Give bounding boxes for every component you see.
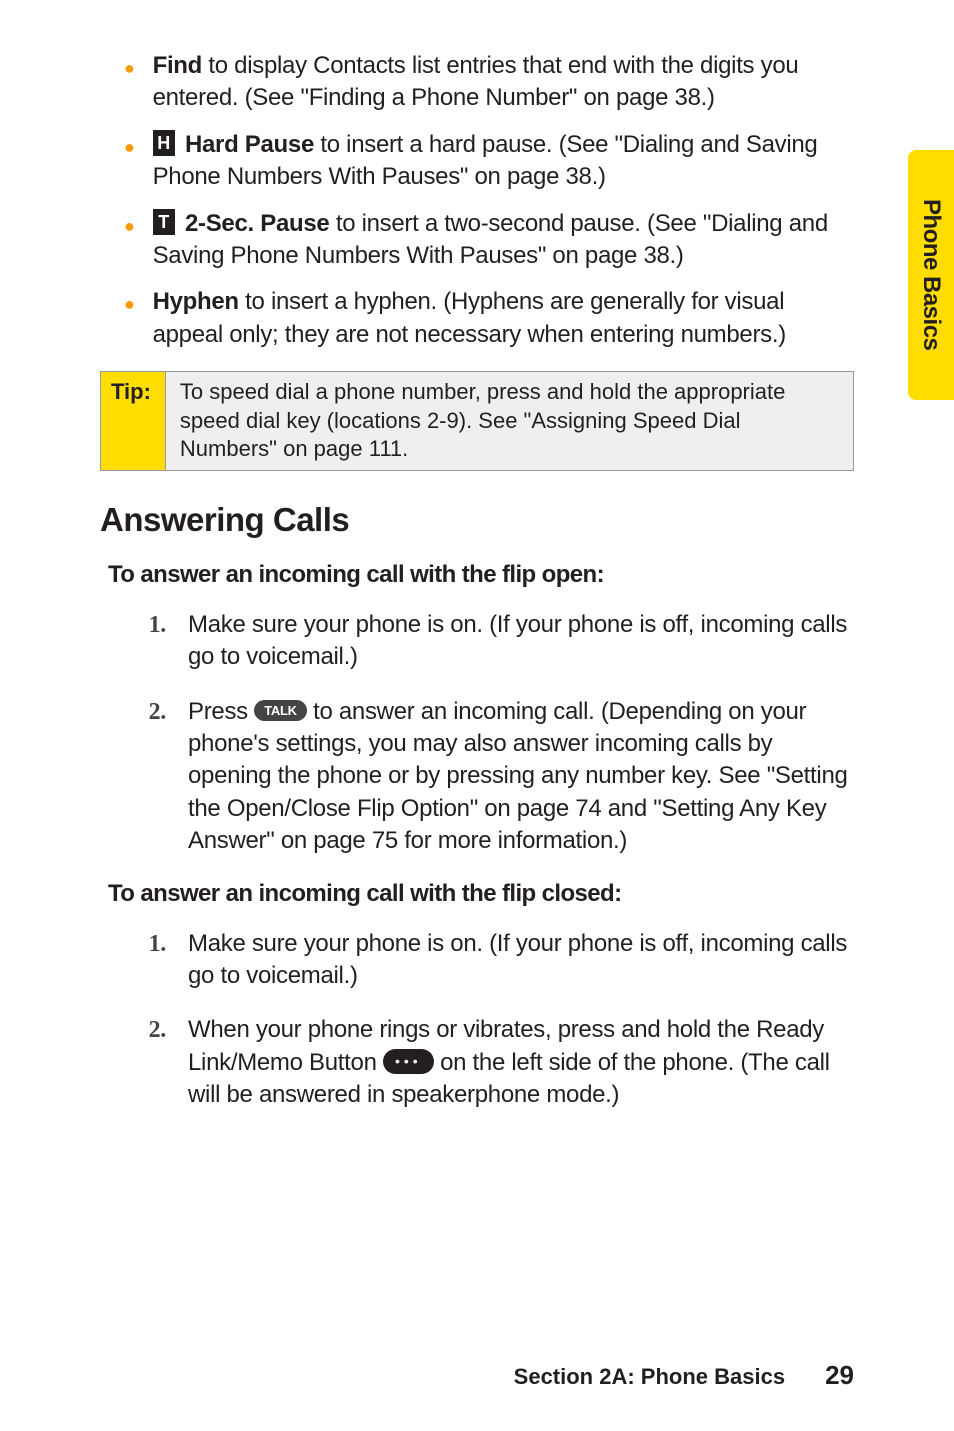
- tip-content: To speed dial a phone number, press and …: [166, 372, 853, 470]
- step-open-2: 2. Press TALK to answer an incoming call…: [100, 696, 854, 858]
- step-text: Make sure your phone is on. (If your pho…: [188, 928, 854, 993]
- t-icon: T: [153, 209, 175, 235]
- bullet-icon: ●: [124, 135, 135, 194]
- bullet-bold: 2-Sec. Pause: [185, 210, 330, 237]
- bullet-bold: Hard Pause: [185, 131, 314, 158]
- step-pre: Press: [188, 698, 254, 725]
- bullet-item-hyphen: ● Hyphen to insert a hyphen. (Hyphens ar…: [100, 286, 854, 351]
- heading-answering-calls: Answering Calls: [100, 501, 854, 539]
- footer-page-number: 29: [825, 1360, 854, 1391]
- bullet-icon: ●: [124, 292, 135, 351]
- step-number: 1.: [124, 928, 166, 993]
- step-number: 1.: [124, 609, 166, 674]
- page-content: ● Find to display Contacts list entries …: [0, 0, 954, 1164]
- side-tab: Phone Basics: [908, 150, 954, 400]
- subheading-flip-closed: To answer an incoming call with the flip…: [108, 880, 854, 908]
- bullet-bold: Hyphen: [153, 288, 239, 315]
- bullet-item-2sec: ● T 2-Sec. Pause to insert a two-second …: [100, 208, 854, 273]
- step-closed-2: 2. When your phone rings or vibrates, pr…: [100, 1014, 854, 1111]
- bullet-item-hardpause: ● H Hard Pause to insert a hard pause. (…: [100, 129, 854, 194]
- step-text: Press TALK to answer an incoming call. (…: [188, 696, 854, 858]
- h-icon: H: [153, 130, 175, 156]
- bullet-bold: Find: [153, 52, 202, 79]
- step-open-1: 1. Make sure your phone is on. (If your …: [100, 609, 854, 674]
- step-text: When your phone rings or vibrates, press…: [188, 1014, 854, 1111]
- bullet-text: Find to display Contacts list entries th…: [153, 50, 854, 115]
- bullet-rest: to display Contacts list entries that en…: [153, 52, 799, 111]
- talk-icon: TALK: [254, 700, 307, 722]
- bullet-rest: to insert a hyphen. (Hyphens are general…: [153, 288, 786, 347]
- tip-label: Tip:: [101, 372, 166, 470]
- bullet-text: H Hard Pause to insert a hard pause. (Se…: [153, 129, 854, 194]
- subheading-flip-open: To answer an incoming call with the flip…: [108, 561, 854, 589]
- footer-section: Section 2A: Phone Basics: [514, 1364, 785, 1390]
- memo-button-icon: •••: [383, 1049, 434, 1074]
- bullet-list: ● Find to display Contacts list entries …: [100, 50, 854, 351]
- step-post: to answer an incoming call. (Depending o…: [188, 698, 848, 855]
- step-closed-1: 1. Make sure your phone is on. (If your …: [100, 928, 854, 993]
- bullet-text: Hyphen to insert a hyphen. (Hyphens are …: [153, 286, 854, 351]
- step-number: 2.: [124, 1014, 166, 1111]
- step-number: 2.: [124, 696, 166, 858]
- bullet-text: T 2-Sec. Pause to insert a two-second pa…: [153, 208, 854, 273]
- bullet-icon: ●: [124, 214, 135, 273]
- step-text: Make sure your phone is on. (If your pho…: [188, 609, 854, 674]
- bullet-item-find: ● Find to display Contacts list entries …: [100, 50, 854, 115]
- side-tab-label: Phone Basics: [917, 199, 945, 350]
- page-footer: Section 2A: Phone Basics 29: [514, 1360, 854, 1391]
- tip-box: Tip: To speed dial a phone number, press…: [100, 371, 854, 471]
- bullet-icon: ●: [124, 56, 135, 115]
